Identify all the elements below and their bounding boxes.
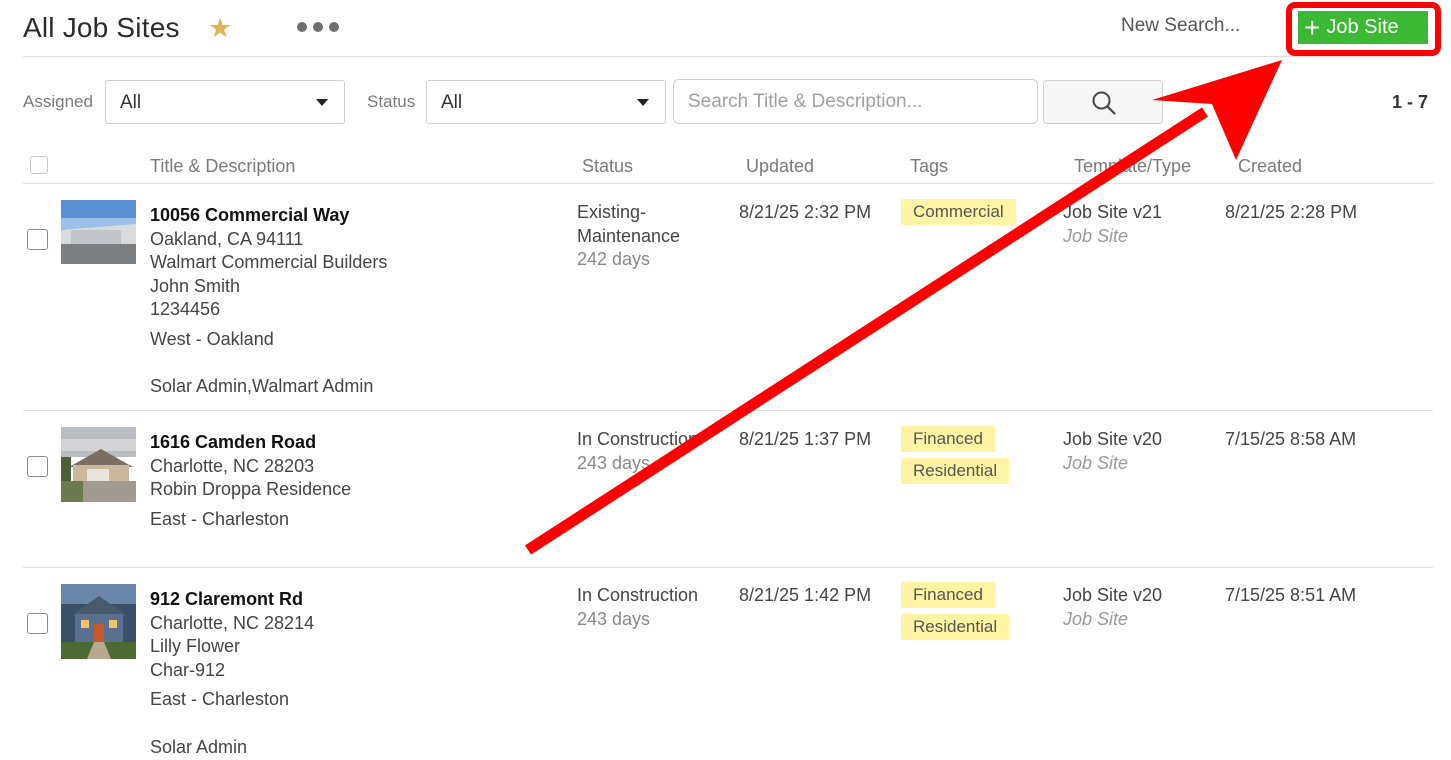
title-description-cell: 1616 Camden Road Charlotte, NC 28203 Rob… [150,431,351,531]
divider [23,56,1433,57]
status-text: In Construction [577,429,699,449]
column-title-description[interactable]: Title & Description [150,156,295,177]
result-count: 1 - 7 [1392,92,1429,112]
row-region: East - Charleston [150,689,290,709]
page-header: All Job Sites ★ New Search... + Job Site [0,0,1451,57]
row-checkbox[interactable] [27,229,48,250]
divider [23,410,1433,411]
row-title[interactable]: 912 Claremont Rd [150,588,314,612]
row-region: West - Oakland [150,328,274,349]
status-label: Status [367,92,416,111]
row-address: Charlotte, NC 28203 [150,455,315,476]
row-title[interactable]: 10056 Commercial Way [150,204,387,228]
status-text: Maintenance [577,225,681,246]
row-address: Charlotte, NC 28214 [150,612,315,633]
assigned-label: Assigned [23,92,93,111]
tag-badge[interactable]: Residential [901,458,1010,484]
template-type: Job Site [1063,452,1129,473]
add-button-label: Job Site [1326,16,1399,38]
row-checkbox[interactable] [27,456,48,477]
template-name: Job Site v20 [1063,429,1163,449]
row-assignees: Solar Admin [150,736,248,757]
status-value: All [441,92,463,113]
divider [23,567,1433,568]
status-cell: Existing- Maintenance 242 days [577,201,680,272]
tags-cell: Financed Residential [901,582,1010,646]
tag-badge[interactable]: Financed [901,582,995,608]
row-assignees: Solar Admin,Walmart Admin [150,376,374,396]
updated-cell: 8/21/25 2:32 PM [739,202,872,222]
chevron-down-icon [316,99,328,106]
assigned-value: All [120,92,142,113]
row-customer: Robin Droppa Residence [150,479,352,499]
row-checkbox[interactable] [27,613,48,634]
template-type: Job Site [1063,608,1129,629]
status-cell: In Construction 243 days [577,584,698,631]
search-button[interactable] [1043,80,1163,124]
chevron-down-icon [637,99,649,106]
column-tags[interactable]: Tags [910,156,948,177]
add-job-site-button[interactable]: + Job Site [1298,11,1428,44]
updated-cell: 8/21/25 1:37 PM [739,429,872,449]
created-cell: 7/15/25 8:51 AM [1225,585,1357,605]
status-select[interactable]: All [426,80,666,124]
select-all-checkbox[interactable] [30,156,48,174]
status-text: Existing- [577,202,647,222]
tag-badge[interactable]: Residential [901,614,1010,640]
status-days: 243 days [577,452,651,473]
template-cell: Job Site v20 Job Site [1063,584,1162,631]
template-cell: Job Site v20 Job Site [1063,428,1162,475]
row-contact: John Smith [150,275,241,296]
title-description-cell: 912 Claremont Rd Charlotte, NC 28214 Lil… [150,588,314,759]
title-description-cell: 10056 Commercial Way Oakland, CA 94111 W… [150,204,387,399]
new-search-link[interactable]: New Search... [1121,15,1240,37]
column-template-type[interactable]: Template/Type [1074,156,1191,177]
row-number: Char-912 [150,659,226,680]
row-address: Oakland, CA 94111 [150,228,304,249]
template-name: Job Site v20 [1063,585,1163,605]
search-icon [1092,91,1116,115]
template-cell: Job Site v21 Job Site [1063,201,1162,248]
row-region: East - Charleston [150,508,290,529]
divider [23,183,1433,184]
row-customer: Walmart Commercial Builders [150,252,388,272]
status-text: In Construction [577,585,699,605]
template-type: Job Site [1063,225,1129,246]
more-icon[interactable] [297,22,339,32]
search-input[interactable] [673,79,1038,124]
row-number: 1234456 [150,299,221,319]
page-title: All Job Sites [23,12,180,43]
column-created[interactable]: Created [1238,156,1302,177]
column-updated[interactable]: Updated [746,156,814,177]
tag-badge[interactable]: Financed [901,426,995,452]
plus-icon: + [1304,11,1321,43]
job-site-thumbnail[interactable] [61,427,136,502]
tags-cell: Commercial [901,199,1016,231]
status-days: 243 days [577,608,651,629]
tags-cell: Financed Residential [901,426,1010,490]
row-customer: Lilly Flower [150,636,241,656]
row-title[interactable]: 1616 Camden Road [150,431,351,455]
assigned-select[interactable]: All [105,80,345,124]
template-name: Job Site v21 [1063,202,1163,222]
created-cell: 8/21/25 2:28 PM [1225,202,1358,222]
column-status[interactable]: Status [582,156,633,177]
star-icon[interactable]: ★ [208,12,232,44]
job-site-thumbnail[interactable] [61,200,136,272]
created-cell: 7/15/25 8:58 AM [1225,429,1357,449]
status-cell: In Construction 243 days [577,428,698,475]
status-days: 242 days [577,249,651,269]
tag-badge[interactable]: Commercial [901,199,1016,225]
job-site-thumbnail[interactable] [61,584,136,659]
updated-cell: 8/21/25 1:42 PM [739,585,872,605]
